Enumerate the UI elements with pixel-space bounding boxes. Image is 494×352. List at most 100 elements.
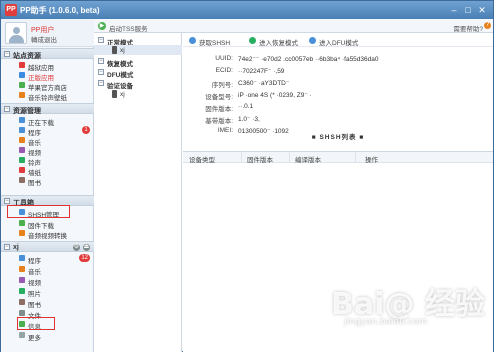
sidebar-item-device-programs[interactable]: 程序 12 (1, 253, 94, 265)
photo-icon (19, 288, 25, 294)
sidebar-item-books[interactable]: 图书 (1, 175, 94, 187)
info-key: 固件版本: (205, 106, 233, 113)
sidebar-item-music-ringtones[interactable]: 音乐铃声壁纸 (1, 90, 94, 102)
sidebar-item-programs[interactable]: 程序 1 (1, 125, 94, 137)
app-window: PP PP助手 (1.0.6.0, beta) – □ ✕ PP用户 轉成退出 … (0, 0, 494, 352)
sidebar-item-label: 音乐 (28, 268, 41, 276)
help-link[interactable]: 需要帮助? (453, 23, 483, 33)
button-label: 进入DFU模式 (319, 39, 359, 47)
app-logo-icon: PP (5, 4, 17, 16)
tree-group-verify[interactable]: − 验证设备 (94, 78, 182, 90)
sidebar-item-firmware-download[interactable]: 固件下载 (1, 218, 94, 230)
tree-group-recovery[interactable]: − 恢复模式 (94, 56, 182, 68)
tree-device-xj[interactable]: xj (94, 45, 182, 55)
column-header[interactable]: 设备类型 (189, 154, 215, 164)
sidebar-item-jailbreak-apps[interactable]: 越狱应用 (1, 60, 94, 72)
tree-device-label: xj (120, 90, 125, 98)
logout-link[interactable]: 轉成退出 (31, 34, 57, 44)
avatar-body-icon (9, 35, 24, 43)
sidebar-item-media-convert[interactable]: 音频视频转换 (1, 228, 94, 240)
info-row-uuid: UUID: 74e2⁻⁻ ·e70d2 .cc0057eb ··6b3ba⁴ ·… (183, 55, 493, 65)
sidebar-item-video[interactable]: 视频 (1, 145, 94, 157)
start-tss-button[interactable]: 启动TSS服务 (109, 23, 148, 33)
info-value: 1.0⁻ ·3, (238, 116, 260, 123)
avatar[interactable] (5, 22, 27, 44)
sidebar-item-device-photos[interactable]: 照片 (1, 286, 94, 298)
sidebar-item-music[interactable]: 音乐 (1, 135, 94, 147)
minimize-button[interactable]: – (449, 5, 459, 15)
tree-group-label: 恢复模式 (107, 60, 133, 68)
tree-group-label: 验证设备 (107, 82, 133, 90)
tree-group-normal[interactable]: − 正常模式 (94, 35, 182, 47)
convert-icon (19, 230, 25, 236)
tree-device-label: xj (120, 46, 125, 54)
collapse-icon: − (98, 58, 104, 64)
action-bar: 获取SHSH 进入恢复模式 进入DFU模式 (183, 33, 493, 47)
sidebar-item-device-music[interactable]: 音乐 (1, 264, 94, 276)
info-row-ecid: ECID: ··702247F⁻ ·,59 (183, 67, 493, 77)
highlight-box-shsh (7, 205, 70, 218)
sidebar-item-ringtones[interactable]: 铃声 (1, 155, 94, 167)
window-title: PP助手 (1.0.6.0, beta) (20, 6, 100, 15)
column-header[interactable]: 操作 (365, 154, 378, 164)
download-icon (19, 117, 25, 123)
video-icon (19, 147, 25, 153)
sidebar-item-device-books[interactable]: 图书 (1, 297, 94, 309)
play-icon[interactable]: ▶ (98, 22, 106, 30)
music-icon (19, 266, 25, 272)
shsh-table-header: 设备类型 固件版本 编译版本 操作 (183, 152, 493, 164)
sidebar-item-device-more[interactable]: 更多 (1, 330, 94, 342)
user-panel: PP用户 轉成退出 (1, 19, 94, 47)
section-site-resources[interactable]: − 站点资源 (1, 48, 94, 60)
count-badge: 1 (82, 126, 90, 134)
sidebar-item-label: 音频视频转换 (28, 232, 67, 240)
book-icon (19, 177, 25, 183)
settings-icon[interactable]: ⚙ (73, 244, 80, 251)
info-key: 设备型号: (205, 94, 233, 101)
info-value: C360⁻ ·aY3DTD⁻ (238, 80, 290, 87)
section-label: 站点资源 (13, 52, 41, 60)
help-icon[interactable]: ? (484, 22, 491, 29)
count-badge: 12 (79, 254, 90, 262)
title-mark-icon: ■ (356, 134, 365, 141)
toolbar: ▶ 启动TSS服务 需要帮助? ? (94, 19, 493, 33)
sidebar-item-label: 音乐铃声壁纸 (28, 94, 67, 102)
eject-icon[interactable]: ⏏ (83, 244, 90, 251)
section-device-xj[interactable]: − xj ⚙ ⏏ (1, 241, 94, 252)
app-icon (19, 255, 25, 261)
shsh-list-title: ■ SHSH列表 ■ (183, 131, 493, 141)
maximize-button[interactable]: □ (463, 5, 473, 15)
column-header[interactable]: 编译版本 (295, 154, 321, 164)
info-row-baseband: 基带版本: 1.0⁻ ·3, (183, 115, 493, 125)
sidebar-item-wallpapers[interactable]: 墙纸 (1, 165, 94, 177)
sidebar-item-label: 图书 (28, 301, 41, 309)
download-icon (189, 37, 196, 44)
info-row-firmware: 固件版本: ··.0.1 (183, 103, 493, 113)
highlight-box-info (17, 317, 55, 330)
sidebar-item-downloading[interactable]: 正在下载 (1, 115, 94, 127)
tree-verify-device-xj[interactable]: xj (94, 89, 182, 99)
sidebar-item-device-video[interactable]: 视频 (1, 275, 94, 287)
video-icon (19, 277, 25, 283)
info-row-serial: 序列号: C360⁻ ·aY3DTD⁻ (183, 79, 493, 89)
sidebar-item-genuine-apps[interactable]: 正版应用 (1, 70, 94, 82)
iphone-icon (112, 90, 117, 98)
tree-group-dfu[interactable]: − DFU模式 (94, 67, 182, 79)
app-icon (19, 127, 25, 133)
sidebar-item-app-store[interactable]: 苹果官方商店 (1, 80, 94, 92)
sidebar: PP用户 轉成退出 − 站点资源 越狱应用 正版应用 苹果官方商店 音乐铃声壁纸… (1, 19, 94, 352)
section-resource-management[interactable]: − 资源管理 (1, 103, 94, 115)
collapse-icon: − (98, 69, 104, 75)
device-tree: − 正常模式 xj − 恢复模式 − DFU模式 − 验证设备 xj (94, 33, 182, 352)
music-icon (19, 137, 25, 143)
info-row-model: 设备型号: iP ·one 4S (* ·0239, Z9⁻ · (183, 91, 493, 101)
shsh-title-text: SHSH列表 (319, 134, 357, 141)
collapse-icon: − (4, 106, 10, 112)
info-key: ECID: (215, 67, 233, 74)
collapse-icon: − (4, 51, 10, 57)
section-label: xj (13, 243, 19, 251)
column-header[interactable]: 固件版本 (247, 154, 273, 164)
recovery-icon (249, 37, 256, 44)
close-button[interactable]: ✕ (477, 5, 487, 15)
column-divider (289, 152, 290, 163)
